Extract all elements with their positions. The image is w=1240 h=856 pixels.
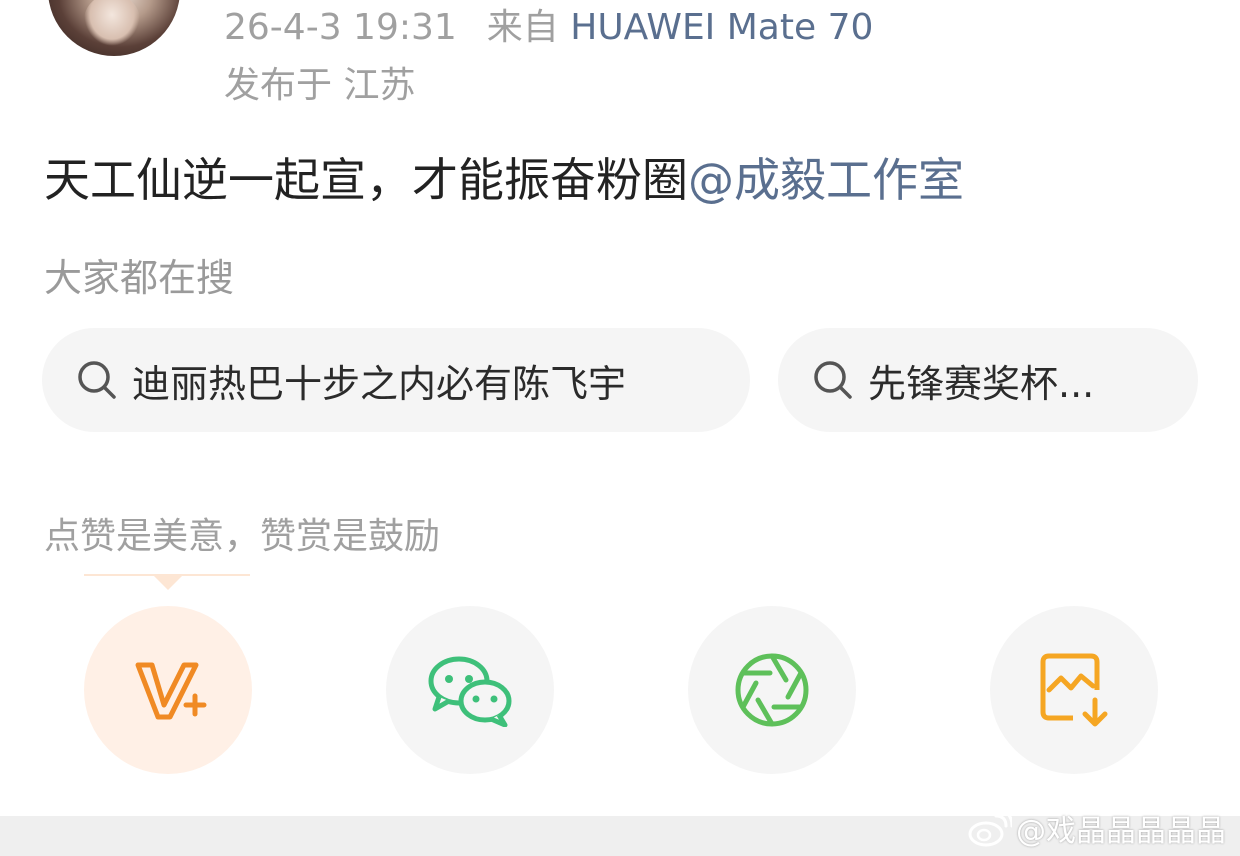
weibo-logo-icon bbox=[968, 808, 1012, 847]
save-image-button[interactable] bbox=[990, 606, 1158, 774]
trending-search-label: 迪丽热巴十步之内必有陈飞宇 bbox=[132, 361, 627, 406]
post-meta: 26-4-3 19:31 来自 HUAWEI Mate 70 bbox=[224, 6, 873, 50]
save-image-icon bbox=[1040, 653, 1108, 727]
trending-search-heading: 大家都在搜 bbox=[44, 256, 235, 300]
post-detail-page: 26-4-3 19:31 来自 HUAWEI Mate 70 发布于 江苏 天工仙… bbox=[0, 0, 1240, 856]
trending-search-chip[interactable]: 先锋赛奖杯... bbox=[778, 328, 1198, 432]
share-moments-button[interactable] bbox=[688, 606, 856, 774]
v-plus-button[interactable] bbox=[84, 606, 252, 774]
search-icon bbox=[814, 361, 852, 399]
search-icon bbox=[78, 361, 116, 399]
post-location: 发布于 江苏 bbox=[224, 65, 416, 106]
share-wechat-button[interactable] bbox=[386, 606, 554, 774]
trending-search-label: 先锋赛奖杯... bbox=[868, 361, 1095, 406]
post-timestamp: 26-4-3 19:31 bbox=[224, 7, 457, 48]
post-mention-link[interactable]: @成毅工作室 bbox=[688, 153, 964, 207]
wechat-icon bbox=[428, 656, 512, 727]
trending-search-chip[interactable]: 迪丽热巴十步之内必有陈飞宇 bbox=[42, 328, 750, 432]
reward-tip-pointer bbox=[84, 574, 250, 590]
v-plus-icon bbox=[135, 662, 207, 720]
watermark-text: @戏晶晶晶晶晶 bbox=[1016, 814, 1226, 849]
moments-icon bbox=[735, 653, 809, 727]
weibo-watermark: @戏晶晶晶晶晶 bbox=[968, 806, 1226, 850]
post-body-text: 天工仙逆一起宣，才能振奋粉圈 bbox=[44, 153, 688, 207]
post-source-prefix: 来自 bbox=[486, 7, 559, 48]
reward-tip: 点赞是美意，赞赏是鼓励 bbox=[44, 516, 441, 557]
avatar[interactable] bbox=[48, 0, 180, 56]
post-device[interactable]: HUAWEI Mate 70 bbox=[570, 7, 873, 48]
post-content: 天工仙逆一起宣，才能振奋粉圈@成毅工作室 bbox=[44, 150, 964, 210]
